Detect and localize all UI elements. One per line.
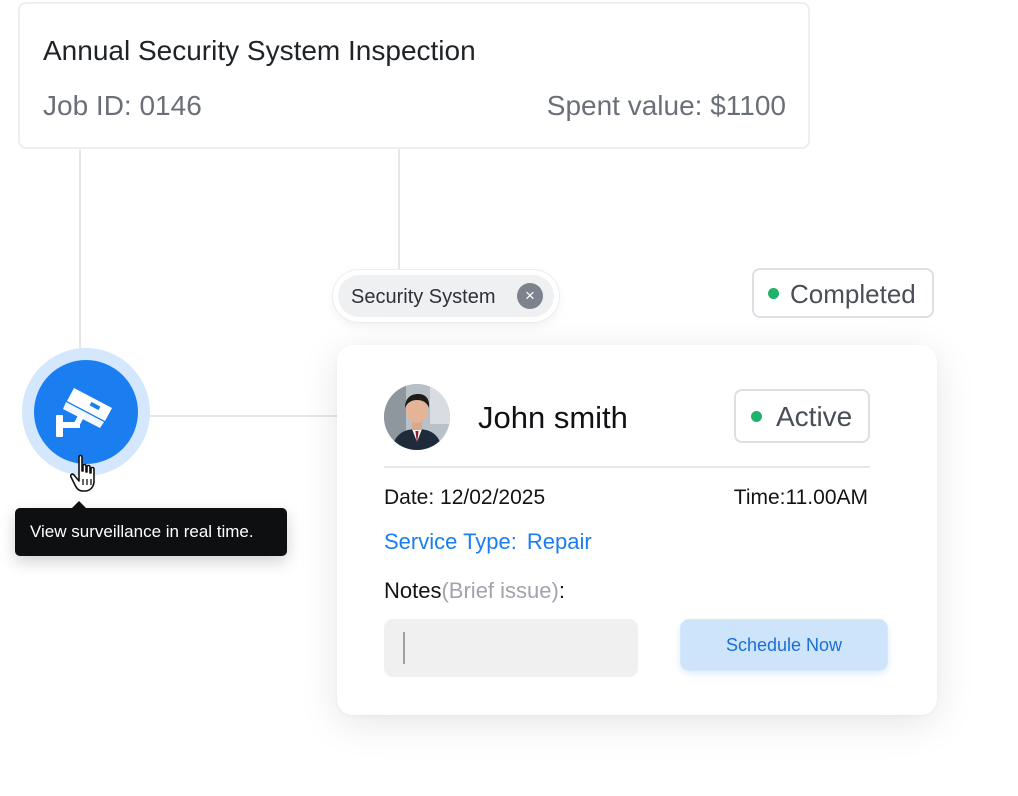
close-icon[interactable]: ×: [517, 283, 543, 309]
spent-value: Spent value: $1100: [546, 90, 786, 121]
divider: [384, 466, 870, 468]
job-title: Annual Security System Inspection: [43, 35, 476, 66]
chip-label: Security System: [351, 286, 496, 308]
schedule-now-button[interactable]: Schedule Now: [681, 620, 887, 670]
camera-button[interactable]: [34, 360, 138, 464]
status-dot-icon: [768, 288, 779, 299]
technician-name: John smith: [478, 400, 628, 435]
status-label: Active: [776, 401, 853, 432]
technician-card: John smith Active Date: 12/02/2025 Time:…: [337, 345, 937, 715]
connector-line: [148, 415, 340, 417]
service-type-value: Repair: [526, 529, 592, 554]
notes-label-text: Notes: [384, 578, 442, 603]
tooltip-text: View surveillance in real time.: [30, 522, 254, 541]
category-chip: Security System ×: [333, 270, 559, 322]
canvas: Annual Security System Inspection Job ID…: [0, 0, 1018, 796]
service-type-label: Service Type:: [384, 529, 517, 554]
notes-hint: (Brief issue): [441, 578, 559, 603]
notes-input[interactable]: [384, 619, 638, 677]
job-id: Job ID: 0146: [43, 90, 202, 121]
chip-body: Security System ×: [338, 275, 554, 317]
status-label: Completed: [790, 279, 916, 309]
text-caret: [403, 632, 405, 664]
cctv-camera-icon: [56, 388, 112, 437]
avatar[interactable]: [384, 384, 450, 450]
tooltip: View surveillance in real time.: [15, 501, 287, 556]
appointment-time: Time:11.00AM: [733, 486, 868, 509]
notes-label: Notes(Brief issue):: [384, 578, 565, 604]
status-dot-icon: [751, 411, 762, 422]
status-badge-active: Active: [734, 389, 870, 443]
connector-line: [79, 149, 81, 359]
appointment-date: Date: 12/02/2025: [384, 486, 546, 509]
service-type: Service Type: Repair: [384, 529, 592, 555]
status-badge-completed: Completed: [752, 268, 934, 318]
hand-cursor-icon: [70, 454, 95, 492]
connector-line: [398, 149, 400, 271]
notes-colon: :: [558, 578, 565, 603]
job-card: Annual Security System Inspection Job ID…: [18, 2, 810, 149]
avatar-photo: [384, 384, 450, 450]
